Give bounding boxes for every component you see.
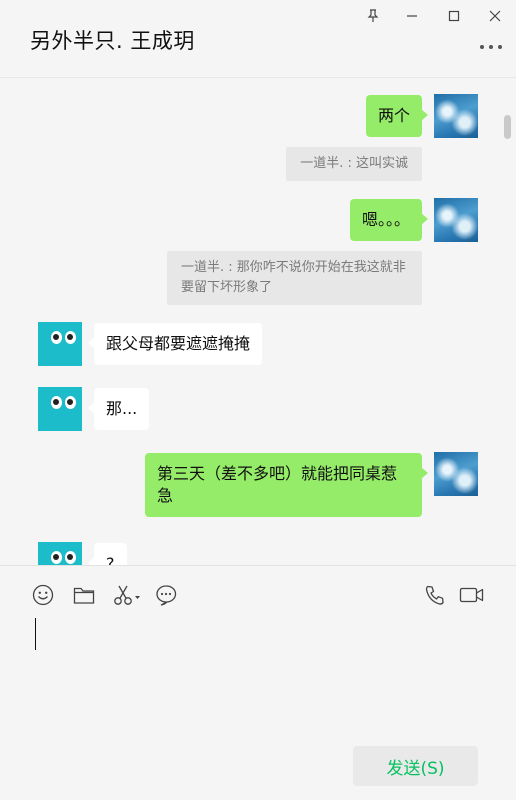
- phone-icon[interactable]: [423, 583, 447, 607]
- chat-title: 另外半只. 王成玥: [30, 29, 195, 53]
- close-icon[interactable]: [485, 6, 505, 26]
- my-avatar[interactable]: [434, 94, 478, 138]
- scissors-icon[interactable]: [112, 583, 142, 607]
- send-button[interactable]: 发送(S): [353, 746, 478, 786]
- maximize-icon[interactable]: [444, 6, 464, 26]
- message-bubble-incoming[interactable]: ?: [88, 543, 127, 565]
- chat-scrollbar[interactable]: [504, 115, 511, 139]
- my-avatar[interactable]: [434, 198, 478, 242]
- message-bubble-outgoing[interactable]: 两个: [365, 95, 429, 137]
- quoted-message[interactable]: 一道半. : 这叫实诚: [286, 147, 422, 181]
- video-icon[interactable]: [458, 583, 486, 607]
- message-bubble-incoming[interactable]: 那...: [87, 388, 150, 430]
- folder-icon[interactable]: [72, 583, 96, 607]
- pin-icon[interactable]: [363, 6, 383, 26]
- text-input-cursor[interactable]: [35, 618, 36, 650]
- chat-header: 另外半只. 王成玥: [0, 0, 516, 78]
- my-avatar[interactable]: [434, 452, 478, 496]
- message-bubble-incoming[interactable]: 跟父母都要遮遮掩掩: [87, 323, 263, 365]
- message-list[interactable]: 两个 一道半. : 这叫实诚 嗯。。。 一道半. : 那你咋不说你开始在我这就非…: [0, 79, 516, 565]
- quoted-message[interactable]: 一道半. : 那你咋不说你开始在我这就非要留下坏形象了: [167, 251, 422, 305]
- contact-avatar[interactable]: [38, 387, 82, 431]
- message-bubble-outgoing[interactable]: 第三天（差不多吧）就能把同桌惹急: [145, 453, 428, 517]
- more-icon[interactable]: [480, 40, 502, 54]
- contact-avatar[interactable]: [38, 322, 82, 366]
- message-bubble-outgoing[interactable]: 嗯。。。: [349, 199, 429, 241]
- minimize-icon[interactable]: [402, 6, 422, 26]
- message-composer: 发送(S): [0, 565, 516, 800]
- emoji-icon[interactable]: [31, 583, 55, 607]
- contact-avatar[interactable]: [38, 542, 82, 565]
- chat-history-icon[interactable]: [154, 583, 178, 607]
